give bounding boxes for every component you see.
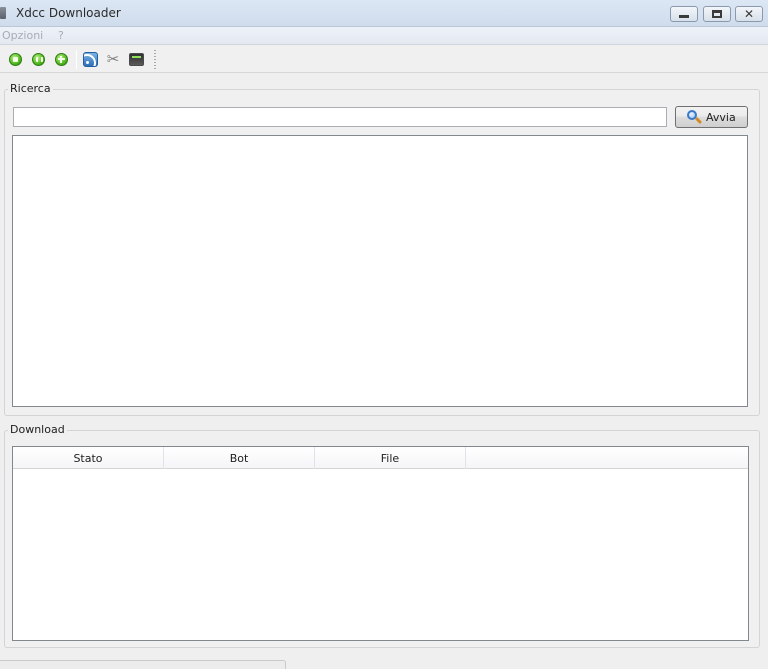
column-header-bot[interactable]: Bot (164, 447, 315, 469)
maximize-button[interactable] (703, 6, 731, 22)
status-bar (0, 660, 286, 669)
rss-icon (82, 51, 98, 67)
download-group-title: Download (8, 423, 67, 436)
search-group-title: Ricerca (8, 82, 53, 95)
column-header-file[interactable]: File (315, 447, 466, 469)
monitor-toolbar-button[interactable] (128, 51, 144, 67)
start-search-label: Avvia (706, 110, 736, 124)
search-input[interactable] (13, 107, 667, 127)
toolbar: ✂ (0, 46, 768, 73)
rss-toolbar-button[interactable] (82, 51, 98, 67)
menu-help[interactable]: ? (58, 29, 64, 42)
play-icon (8, 52, 22, 66)
menu-options[interactable]: Opzioni (2, 29, 43, 42)
column-header-filler (466, 447, 748, 469)
toolbar-grip[interactable] (154, 50, 156, 69)
close-button[interactable]: ✕ (735, 6, 763, 22)
maximize-icon (712, 10, 722, 18)
add-icon (54, 52, 68, 66)
minimize-button[interactable] (670, 6, 698, 22)
add-toolbar-button[interactable] (53, 51, 69, 67)
start-search-button[interactable]: Avvia (675, 106, 748, 128)
tools-icon: ✂ (106, 50, 120, 68)
column-header-stato[interactable]: Stato (13, 447, 164, 469)
menu-bar: Opzioni ? (0, 27, 768, 45)
pause-toolbar-button[interactable] (30, 51, 46, 67)
download-table[interactable]: Stato Bot File (12, 446, 749, 641)
magnifier-icon (686, 109, 703, 125)
start-toolbar-button[interactable] (7, 51, 23, 67)
close-icon: ✕ (743, 7, 755, 21)
title-bar: Xdcc Downloader ✕ (0, 0, 768, 27)
window-title: Xdcc Downloader (16, 6, 121, 20)
search-results-list[interactable] (12, 135, 748, 407)
app-icon (0, 7, 6, 19)
tools-toolbar-button[interactable]: ✂ (105, 51, 121, 67)
minimize-icon (679, 15, 689, 18)
monitor-icon (128, 52, 144, 66)
toolbar-separator (76, 50, 77, 69)
pause-icon (31, 52, 45, 66)
app-window: Xdcc Downloader ✕ Opzioni ? ✂ Ricerca Av… (0, 0, 768, 669)
table-header: Stato Bot File (13, 447, 748, 469)
